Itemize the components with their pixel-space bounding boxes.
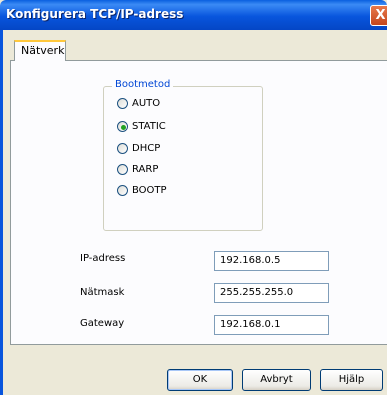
cancel-button[interactable]: Avbryt	[242, 369, 311, 391]
radio-button-icon	[117, 164, 128, 175]
radio-button-icon	[117, 98, 128, 109]
gateway-input[interactable]: 192.168.0.1	[214, 315, 329, 335]
radio-button-icon	[117, 143, 128, 154]
radio-dhcp[interactable]: DHCP	[117, 143, 217, 157]
ok-button[interactable]: OK	[167, 369, 233, 391]
radio-dot-icon	[121, 125, 126, 130]
window-title: Konfigurera TCP/IP-adress	[6, 7, 184, 21]
radio-label: DHCP	[132, 143, 161, 154]
ip-address-input[interactable]: 192.168.0.5	[214, 251, 329, 271]
radio-label: RARP	[132, 164, 159, 175]
netmask-label: Nätmask	[80, 287, 125, 298]
boot-method-legend: Bootmetod	[112, 79, 174, 90]
tab-label: Nätverk	[21, 44, 65, 57]
radio-label: STATIC	[132, 121, 166, 132]
radio-button-icon	[117, 185, 128, 196]
radio-label: AUTO	[132, 98, 161, 109]
radio-bootp[interactable]: BOOTP	[117, 185, 217, 199]
radio-auto[interactable]: AUTO	[117, 98, 217, 112]
gateway-label: Gateway	[80, 318, 125, 329]
title-bar[interactable]: Konfigurera TCP/IP-adress X	[0, 0, 387, 30]
close-icon: X	[375, 8, 386, 23]
radio-static[interactable]: STATIC	[117, 121, 217, 135]
radio-button-selected-icon	[117, 121, 128, 132]
ip-address-label: IP-adress	[80, 253, 126, 264]
window-frame	[0, 30, 3, 395]
tab-natverk[interactable]: Nätverk	[14, 40, 66, 61]
close-button[interactable]: X	[370, 5, 387, 26]
radio-rarp[interactable]: RARP	[117, 164, 217, 178]
radio-label: BOOTP	[132, 185, 167, 196]
help-button[interactable]: Hjälp	[320, 369, 383, 391]
netmask-input[interactable]: 255.255.255.0	[214, 283, 329, 303]
